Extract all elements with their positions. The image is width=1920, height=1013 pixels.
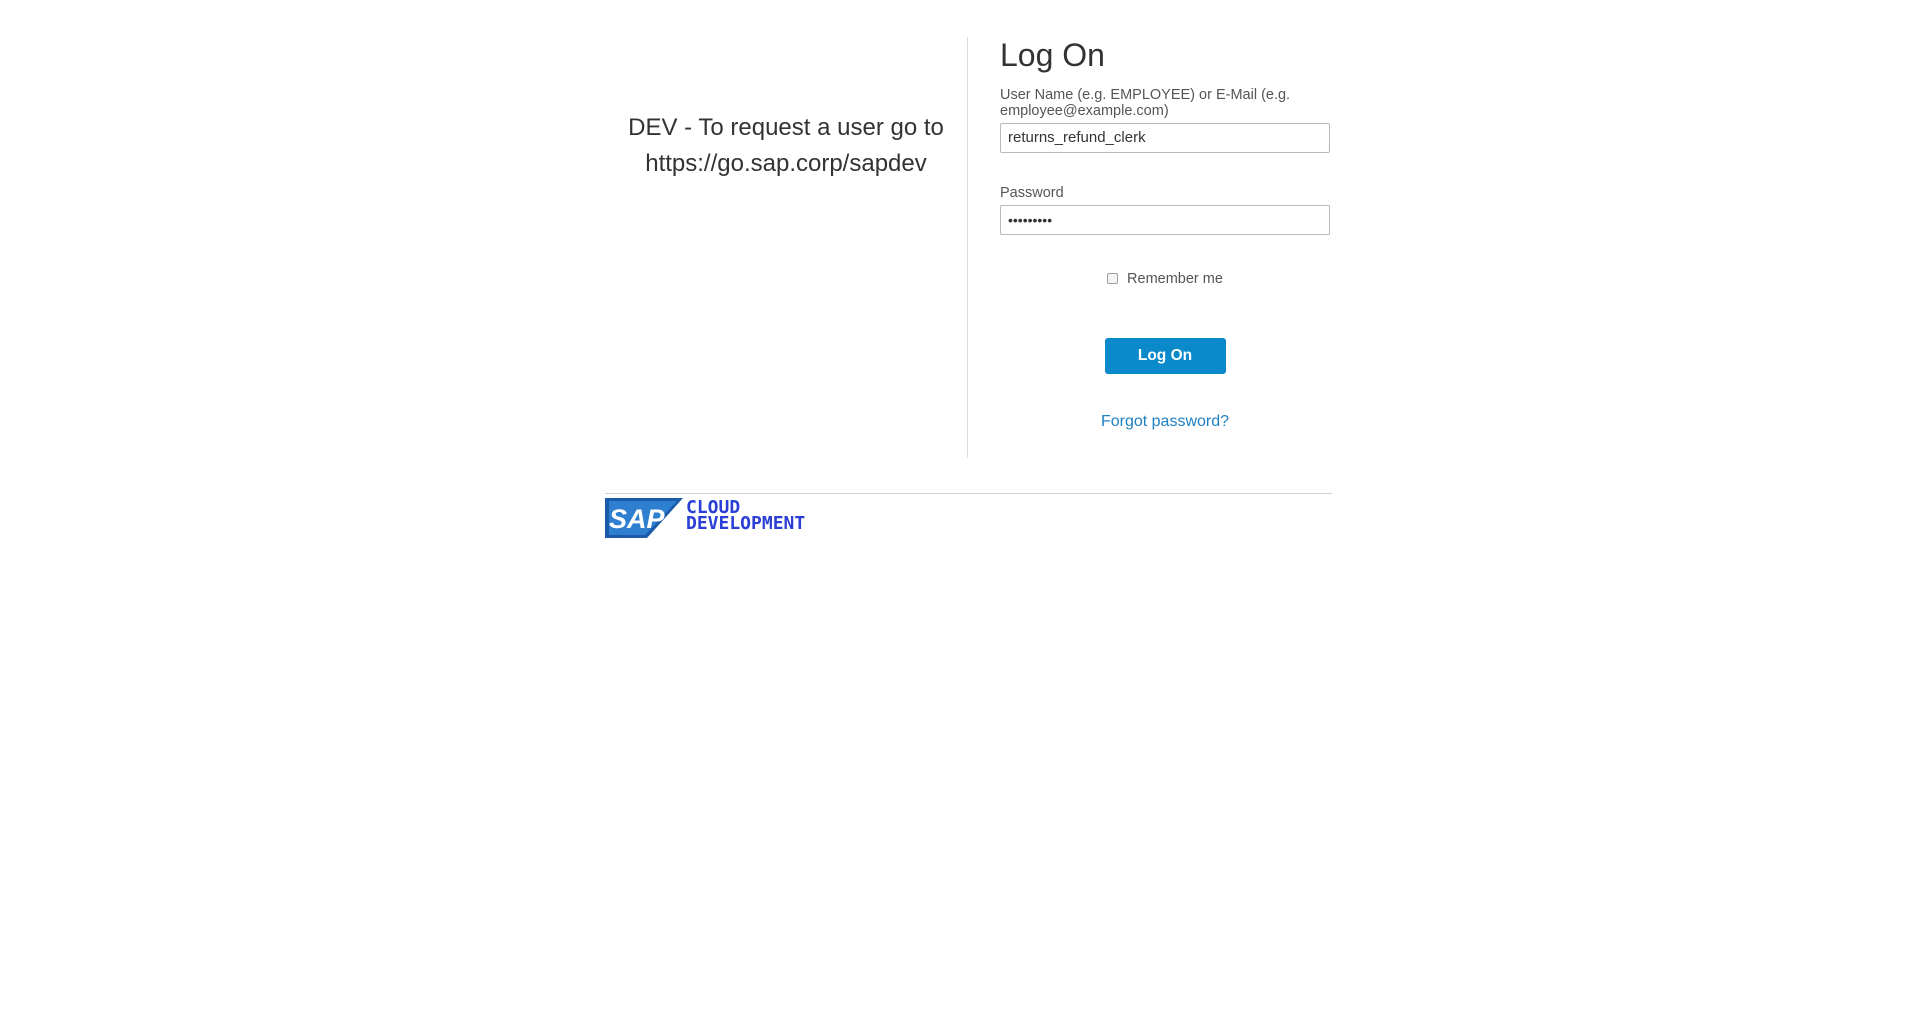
- sap-cloud-development-logo: SAP CLOUD DEVELOPMENT: [605, 498, 1332, 538]
- remember-me-label[interactable]: Remember me: [1127, 271, 1223, 287]
- remember-me-row: Remember me: [1000, 271, 1330, 287]
- logo-line2: DEVELOPMENT: [686, 513, 806, 534]
- logon-button[interactable]: Log On: [1104, 338, 1226, 374]
- username-label: User Name (e.g. EMPLOYEE) or E-Mail (e.g…: [1000, 87, 1291, 119]
- cloud-development-text: CLOUD DEVELOPMENT: [686, 499, 806, 534]
- forgot-password-link[interactable]: Forgot password?: [1000, 413, 1330, 431]
- password-label: Password: [1000, 185, 1064, 201]
- sap-logo-icon: SAP: [605, 498, 683, 538]
- info-pane: DEV - To request a user go to https://go…: [605, 37, 968, 458]
- username-input[interactable]: returns_refund_clerk: [1000, 123, 1330, 153]
- dev-info-line2: https://go.sap.corp/sapdev: [645, 150, 927, 177]
- footer-divider: [605, 493, 1332, 494]
- sap-logo-text: SAP: [609, 504, 666, 534]
- remember-me-checkbox[interactable]: [1107, 272, 1119, 284]
- logon-panel: DEV - To request a user go to https://go…: [605, 37, 1332, 458]
- dev-info-line1: DEV - To request a user go to: [628, 114, 944, 141]
- dev-info-text: DEV - To request a user go to https://go…: [616, 110, 956, 182]
- page-title: Log On: [1000, 37, 1105, 73]
- password-input[interactable]: •••••••••: [1000, 205, 1330, 235]
- logon-page: DEV - To request a user go to https://go…: [605, 37, 1332, 538]
- logon-form: Log On User Name (e.g. EMPLOYEE) or E-Ma…: [968, 37, 1330, 458]
